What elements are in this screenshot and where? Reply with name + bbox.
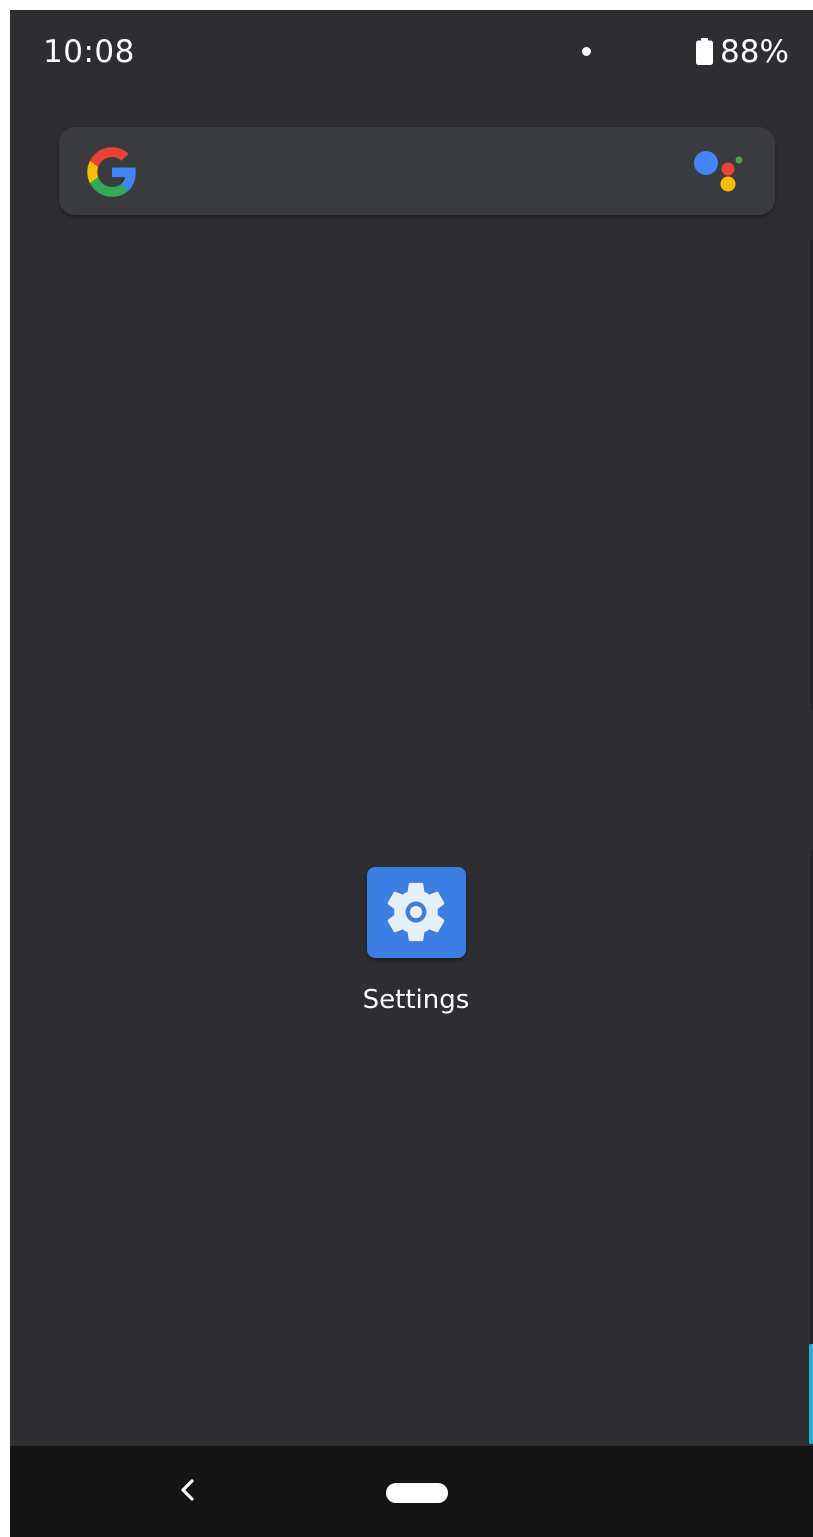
status-time: 10:08 — [43, 34, 135, 70]
google-assistant-icon[interactable] — [691, 147, 745, 195]
status-bar: 10:08 88% — [10, 10, 813, 94]
home-screen: 10:08 88% Settings — [10, 10, 813, 1537]
google-g-icon[interactable] — [85, 145, 139, 199]
settings-app-shortcut[interactable]: Settings — [350, 867, 482, 1027]
gear-icon — [387, 882, 445, 942]
settings-app-icon[interactable] — [367, 867, 466, 958]
navigation-bar — [10, 1446, 813, 1537]
battery-percentage: 88% — [720, 34, 789, 70]
back-chevron-icon[interactable] — [168, 1470, 208, 1510]
edge-panel-handle[interactable] — [809, 1344, 813, 1444]
notification-dot-icon — [582, 47, 591, 56]
settings-app-label: Settings — [362, 985, 470, 1015]
home-pill-icon[interactable] — [386, 1483, 448, 1503]
google-search-bar[interactable] — [59, 127, 775, 215]
battery-icon — [696, 38, 713, 65]
